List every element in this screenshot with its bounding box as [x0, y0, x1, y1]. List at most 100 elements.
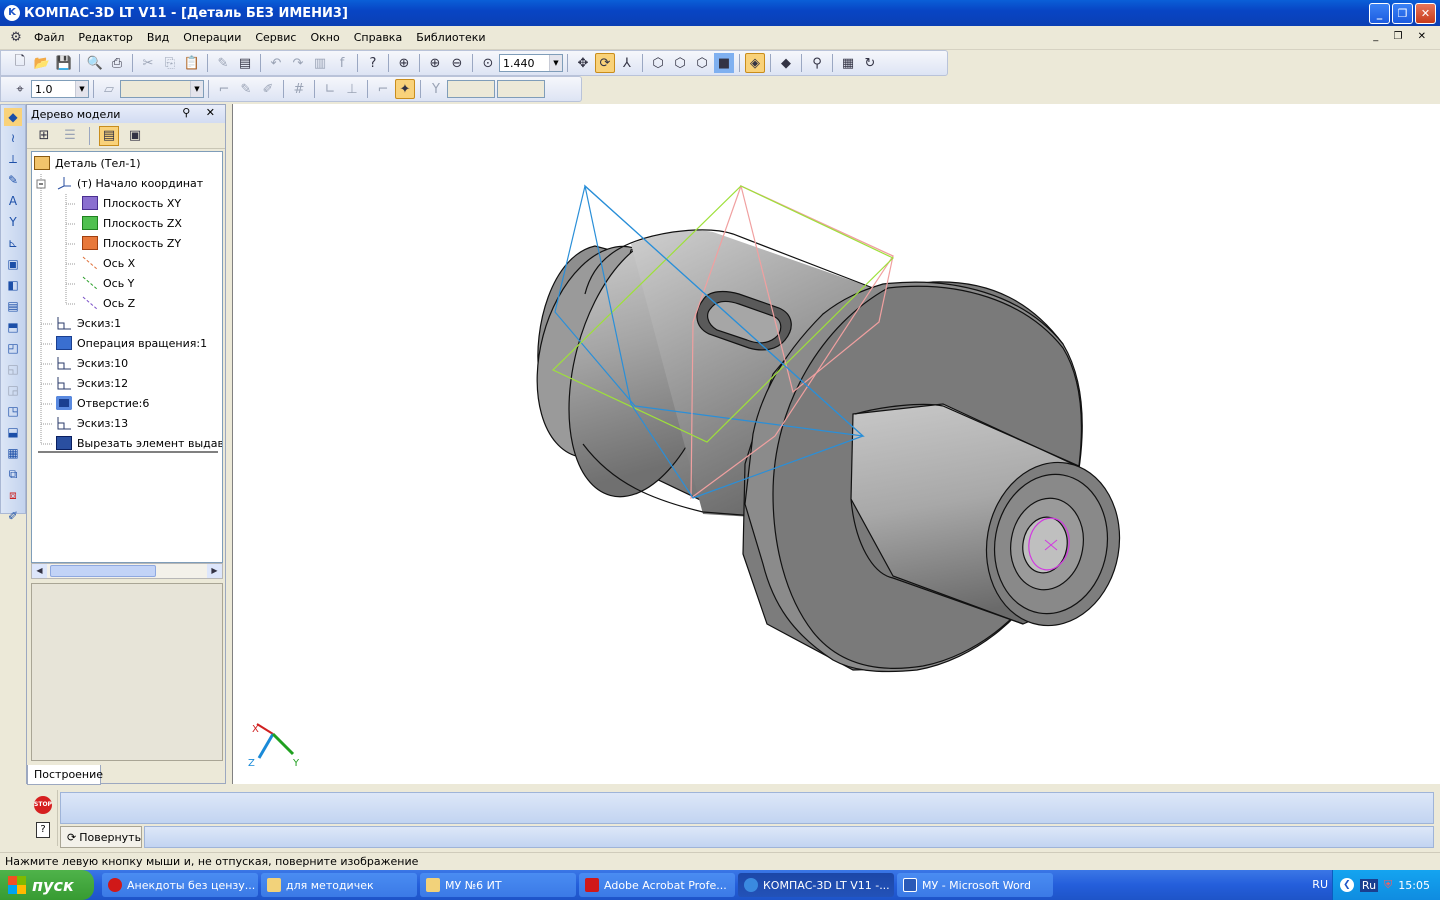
zoom-in-icon[interactable]: ⊕ — [425, 53, 445, 73]
shield-icon[interactable]: ⛨ — [1384, 878, 1392, 892]
shaded-icon[interactable]: ■ — [714, 53, 734, 73]
help-pointer-icon[interactable]: ? — [363, 53, 383, 73]
designations-icon[interactable]: ✎ — [4, 171, 22, 189]
scroll-thumb[interactable] — [50, 565, 156, 577]
print-preview-icon[interactable]: 🔍 — [85, 53, 105, 73]
grid-snap-icon[interactable]: ⌖ — [10, 79, 30, 99]
menu-help[interactable]: Справка — [347, 31, 409, 44]
selection-icon[interactable]: Y — [4, 213, 22, 231]
manager-icon[interactable]: ▤ — [235, 53, 255, 73]
measure-icon[interactable]: ⊾ — [4, 234, 22, 252]
copy-icon[interactable]: ⎘ — [160, 53, 180, 73]
scroll-left-button[interactable]: ◀ — [32, 564, 47, 578]
menu-service[interactable]: Сервис — [248, 31, 303, 44]
menu-file[interactable]: Файл — [27, 31, 71, 44]
lang-ru-indicator[interactable]: Ru — [1359, 878, 1379, 892]
tree-structure-icon[interactable]: ⊞ — [34, 126, 54, 146]
tree-item-extrude-cut[interactable]: Вырезать элемент выдавли — [56, 434, 222, 452]
task-acrobat[interactable]: Adobe Acrobat Profe... — [579, 873, 735, 897]
dimensions-icon[interactable]: ⟂ — [4, 150, 22, 168]
new-file-icon[interactable]: 🗋 — [10, 53, 30, 73]
zoom-combo[interactable]: 1.440 ▼ — [499, 54, 563, 72]
perspective-icon[interactable]: ◆ — [776, 53, 796, 73]
tree-item-sketch-1[interactable]: Эскиз:1 — [56, 314, 121, 332]
tree-item-plane-xy[interactable]: Плоскость XY — [82, 194, 181, 212]
local-cs-icon[interactable]: ∟ — [320, 79, 340, 99]
sketch-mode-icon[interactable]: ⌐ — [214, 79, 234, 99]
hole-tool-icon[interactable]: ⬓ — [4, 423, 22, 441]
ortho-mode-icon[interactable]: ⌐ — [373, 79, 393, 99]
task-folder-mu6[interactable]: МУ №6 ИТ — [420, 873, 576, 897]
part-3d-view[interactable]: X Z Y — [233, 104, 1440, 784]
document-icon[interactable]: ⚙ — [6, 28, 26, 48]
stop-icon[interactable]: STOP — [34, 796, 52, 814]
extrude-icon[interactable]: ▣ — [4, 255, 22, 273]
start-button[interactable]: пуск — [0, 870, 94, 900]
menu-editor[interactable]: Редактор — [71, 31, 140, 44]
properties-icon[interactable]: ✎ — [213, 53, 233, 73]
param-icon[interactable]: ✐ — [258, 79, 278, 99]
minimize-button[interactable]: _ — [1369, 3, 1390, 24]
model-viewport[interactable]: X Z Y — [232, 104, 1440, 784]
variables-icon[interactable]: ▥ — [310, 53, 330, 73]
scroll-right-button[interactable]: ▶ — [207, 564, 222, 578]
tree-order-icon[interactable]: ▤ — [99, 125, 119, 146]
rebuild-icon[interactable]: ▦ — [838, 53, 858, 73]
rotate-tab[interactable]: ⟳ Повернуть — [60, 826, 142, 848]
tree-item-sketch-12[interactable]: Эскиз:12 — [56, 374, 128, 392]
cut-icon[interactable]: ✂ — [138, 53, 158, 73]
layer-icon[interactable]: ▱ — [99, 79, 119, 99]
tree-item-origin[interactable]: (т) Начало координат — [56, 174, 203, 192]
pan-icon[interactable]: ✥ — [573, 53, 593, 73]
tree-item-plane-zy[interactable]: Плоскость ZY — [82, 234, 181, 252]
array-icon[interactable]: ▦ — [4, 444, 22, 462]
open-file-icon[interactable]: 📂 — [32, 53, 52, 73]
coords-icon[interactable]: Y — [426, 79, 446, 99]
tree-item-sketch-13[interactable]: Эскиз:13 — [56, 414, 128, 432]
zoom-scale-icon[interactable]: ⊙ — [478, 53, 498, 73]
task-kompas[interactable]: КОМПАС-3D LT V11 -... — [738, 873, 894, 897]
boolean-icon[interactable]: ⧈ — [4, 486, 22, 504]
close-button[interactable]: ✕ — [1415, 3, 1436, 24]
grid-icon[interactable]: # — [289, 79, 309, 99]
rib-icon[interactable]: ◳ — [4, 402, 22, 420]
tree-item-sketch-10[interactable]: Эскиз:10 — [56, 354, 128, 372]
loft-icon[interactable]: ⬒ — [4, 318, 22, 336]
tree-item-hole[interactable]: Отверстие:6 — [56, 394, 149, 412]
shaded-edges-icon[interactable]: ◈ — [745, 53, 765, 73]
tree-filter-icon[interactable]: ▣ — [125, 126, 145, 146]
zoom-window-icon[interactable]: ⊕ — [394, 53, 414, 73]
step-combo[interactable]: 1.0 ▼ — [31, 80, 89, 98]
maximize-button[interactable]: ❐ — [1392, 3, 1413, 24]
mdi-controls[interactable]: _ ❐ ✕ — [1373, 31, 1432, 42]
coord-x-field[interactable] — [447, 80, 495, 98]
tree-item-axis-y[interactable]: Ось Y — [82, 274, 134, 292]
attribute-icon[interactable]: ✐ — [4, 507, 22, 525]
tree-view-icon[interactable]: ☰ — [60, 126, 80, 146]
tree-item-axis-z[interactable]: Ось Z — [82, 294, 135, 312]
mirror-icon[interactable]: ⧉ — [4, 465, 22, 483]
orientation-icon[interactable]: ⅄ — [617, 53, 637, 73]
fillet-icon[interactable]: ◰ — [4, 339, 22, 357]
tree-item-axis-x[interactable]: Ось X — [82, 254, 135, 272]
tree-item-part[interactable]: Деталь (Тел-1) — [34, 154, 141, 172]
menu-operations[interactable]: Операции — [176, 31, 248, 44]
paste-icon[interactable]: 📋 — [182, 53, 202, 73]
tree-item-revolve[interactable]: Операция вращения:1 — [56, 334, 207, 352]
task-folder-methods[interactable]: для методичек — [261, 873, 417, 897]
kinematic-icon[interactable]: ▤ — [4, 297, 22, 315]
layer-combo[interactable]: ▼ — [120, 80, 204, 98]
snap-icon[interactable]: ✦ — [395, 79, 415, 99]
menu-window[interactable]: Окно — [303, 31, 346, 44]
rotate-icon[interactable]: ⟳ — [595, 53, 615, 73]
geometry-icon[interactable]: ≀ — [4, 129, 22, 147]
task-opera[interactable]: Анекдоты без цензу... — [102, 873, 258, 897]
tree-item-plane-zx[interactable]: Плоскость ZX — [82, 214, 182, 232]
filter-icon[interactable]: ⚲ — [807, 53, 827, 73]
language-indicator[interactable]: RU — [1312, 878, 1328, 891]
hidden-lines-icon[interactable]: ⬡ — [670, 53, 690, 73]
print-icon[interactable]: ⎙ — [107, 53, 127, 73]
tree-horizontal-scrollbar[interactable]: ◀ ▶ — [31, 563, 223, 579]
undo-icon[interactable]: ↶ — [266, 53, 286, 73]
help-icon[interactable]: ? — [36, 822, 50, 838]
